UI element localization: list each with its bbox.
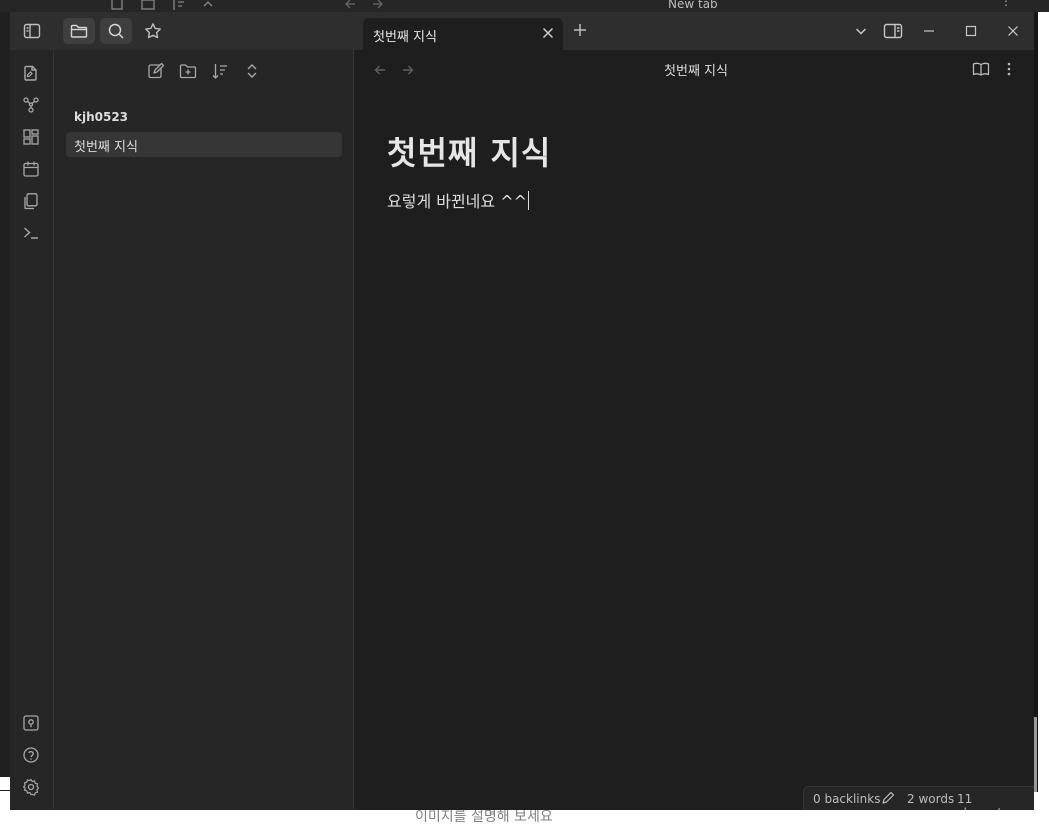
plus-icon (574, 24, 586, 36)
background-back-icon (343, 0, 357, 12)
sort-button[interactable] (211, 62, 229, 80)
file-explorer-button[interactable] (63, 18, 95, 44)
folder-icon (70, 24, 88, 38)
scrollbar-thumb[interactable] (1034, 717, 1037, 792)
chevrons-up-down-icon (247, 64, 257, 78)
minimize-icon (924, 30, 934, 32)
collapse-all-button[interactable] (243, 62, 261, 80)
terminal-icon[interactable] (22, 224, 40, 242)
graph-icon[interactable] (22, 96, 40, 114)
search-icon (108, 23, 124, 39)
character-count: 11 characters (957, 792, 1021, 810)
help-icon[interactable] (22, 746, 40, 764)
calendar-icon[interactable] (22, 160, 40, 178)
app-window: 첫번째 지식 kjh0523 첫번째 지식 첫번째 지식 첫번째 지식 요렇게 … (10, 12, 1034, 810)
note-body[interactable]: 요렇게 바뀐네요 ^^ (387, 188, 530, 212)
file-explorer-sidebar: kjh0523 첫번째 지식 (54, 50, 354, 810)
left-ribbon (10, 50, 54, 810)
maximize-icon (965, 25, 977, 37)
background-nav (343, 0, 385, 12)
bookmarks-button[interactable] (137, 18, 169, 44)
background-window-strip: New tab ⋮ (0, 0, 1049, 12)
tab-label: 첫번째 지식 (373, 30, 437, 45)
sort-icon (212, 64, 227, 79)
text-cursor (528, 191, 530, 210)
search-button[interactable] (100, 18, 132, 44)
status-bar: 0 backlinks 2 words 11 characters (803, 786, 1034, 810)
background-sort-icon (170, 0, 186, 12)
backlinks-count[interactable]: 0 backlinks (813, 792, 880, 806)
vault-switcher-icon[interactable] (22, 714, 40, 732)
background-toolbar-icons (110, 0, 216, 12)
title-bar: 첫번째 지식 (10, 12, 1034, 50)
folder-plus-icon (179, 64, 197, 79)
new-tab-button[interactable] (572, 22, 588, 38)
close-tab-icon[interactable] (541, 26, 555, 40)
new-folder-button[interactable] (179, 62, 197, 80)
reading-view-icon[interactable] (972, 61, 990, 77)
tab-list-dropdown[interactable] (845, 18, 877, 44)
background-folder-icon (140, 0, 156, 12)
minimize-button[interactable] (913, 18, 945, 44)
background-window-title: New tab (668, 0, 718, 11)
more-options-icon[interactable] (1006, 61, 1012, 77)
pencil-icon[interactable] (881, 791, 895, 805)
note-body-text: 요렇게 바뀐네요 ^^ (387, 192, 528, 211)
new-note-icon[interactable] (22, 64, 40, 82)
note-heading[interactable]: 첫번째 지식 (387, 128, 551, 174)
file-item-label: 첫번째 지식 (74, 140, 138, 155)
star-icon (145, 23, 161, 39)
word-count: 2 words (907, 792, 955, 806)
chevron-down-icon (855, 28, 867, 35)
right-sidebar-toggle[interactable] (877, 18, 909, 44)
background-scrollbar[interactable] (1034, 12, 1038, 792)
vault-name[interactable]: kjh0523 (74, 110, 128, 124)
sidebar-toggle-icon[interactable] (16, 18, 48, 44)
canvas-icon[interactable] (22, 128, 40, 146)
settings-icon[interactable] (22, 778, 40, 796)
new-note-button[interactable] (147, 62, 165, 80)
maximize-button[interactable] (955, 18, 987, 44)
background-more-icon: ⋮ (1000, 0, 1012, 8)
templates-icon[interactable] (22, 192, 40, 210)
right-sidebar-icon (883, 23, 903, 39)
view-header-title[interactable]: 첫번째 지식 (354, 60, 1034, 79)
background-edit-icon (110, 0, 126, 12)
file-item[interactable]: 첫번째 지식 (66, 132, 342, 157)
background-forward-icon (371, 0, 385, 12)
edit-icon (148, 62, 165, 79)
tab-current-note[interactable]: 첫번째 지식 (363, 18, 563, 50)
close-icon (1008, 26, 1018, 36)
background-chevron-icon (200, 0, 216, 12)
editor-pane: 첫번째 지식 첫번째 지식 요렇게 바뀐네요 ^^ (354, 50, 1034, 810)
close-window-button[interactable] (997, 18, 1029, 44)
